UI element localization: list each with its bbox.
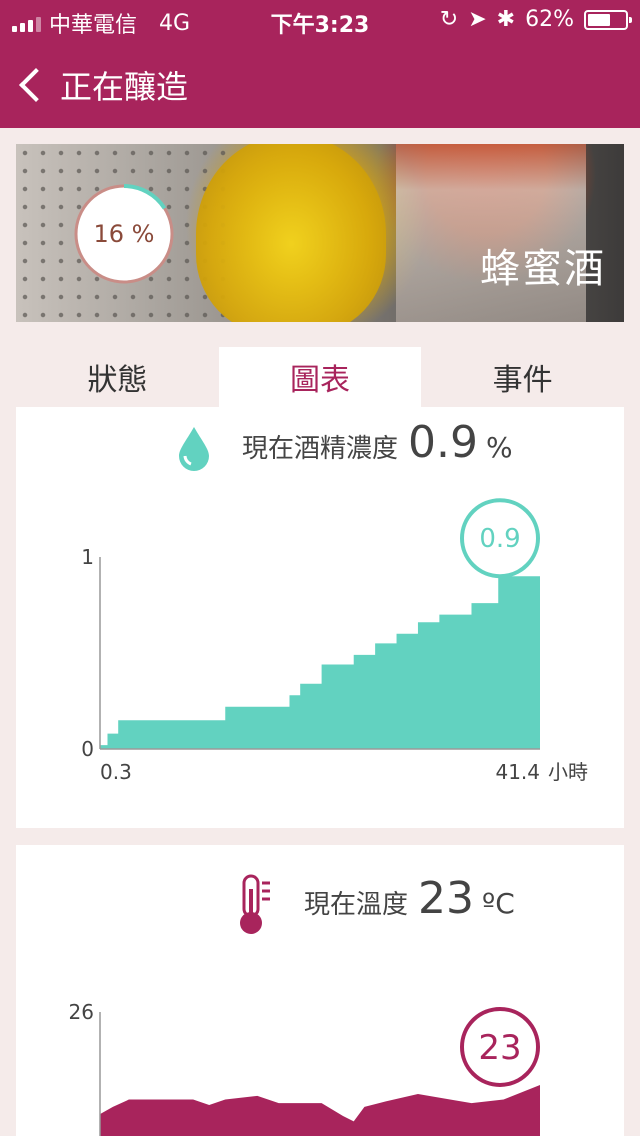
alcohol-card: 現在酒精濃度 0.9 % 0 1 0.3 41.4 小時 0.9 [16, 407, 624, 828]
status-right: ↻ ➤ ✱ 62% [439, 7, 632, 32]
temperature-card: 現在溫度 23 ºC 26 23 [16, 845, 624, 1136]
tab-bar: 狀態 圖表 事件 [16, 347, 624, 407]
nav-bar: 正在釀造 [0, 40, 640, 128]
chart-area [100, 1084, 540, 1136]
y-tick-label: 26 [69, 1000, 94, 1024]
progress-value: 16 % [93, 220, 155, 248]
temperature-chart: 26 23 [69, 1000, 540, 1136]
progress-ring: 16 % [74, 184, 174, 284]
x-tick-label: 41.4 [495, 760, 540, 784]
tab-status[interactable]: 狀態 [16, 347, 219, 407]
wine-glass-image [396, 144, 586, 322]
current-value-label: 23 [478, 1028, 521, 1068]
back-button[interactable]: 正在釀造 [16, 62, 188, 108]
battery-icon [584, 9, 632, 30]
alcohol-chart: 0 1 0.3 41.4 小時 0.9 [81, 498, 588, 784]
chart-area [100, 576, 540, 749]
page-title: 正在釀造 [60, 68, 189, 106]
chevron-left-icon [19, 68, 53, 102]
y-tick-label: 0 [81, 737, 94, 761]
tab-events[interactable]: 事件 [421, 347, 624, 407]
honey-glass-image [196, 144, 386, 322]
bluetooth-icon: ✱ [496, 7, 516, 32]
tab-chart[interactable]: 圖表 [218, 347, 422, 407]
current-value-label: 0.9 [479, 524, 520, 554]
location-arrow-icon: ➤ [468, 7, 487, 32]
x-axis-unit: 小時 [548, 760, 588, 784]
hero-banner: 16 % 蜂蜜酒 [16, 144, 624, 322]
status-bar: 中華電信 4G 下午3:23 ↻ ➤ ✱ 62% [0, 0, 640, 40]
rotation-lock-icon: ↻ [439, 7, 459, 32]
brew-name: 蜂蜜酒 [480, 246, 606, 292]
x-tick-label: 0.3 [100, 760, 132, 784]
y-tick-label: 1 [81, 545, 94, 569]
battery-percent: 62% [525, 7, 574, 32]
